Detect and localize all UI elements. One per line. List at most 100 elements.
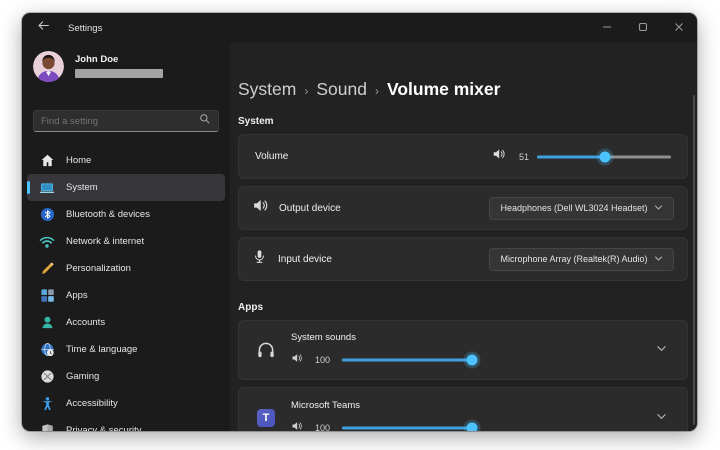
output-device-dropdown[interactable]: Headphones (Dell WL3024 Headset): [489, 197, 674, 220]
minimize-button[interactable]: [589, 13, 625, 43]
microsoft-teams-slider[interactable]: [342, 420, 472, 432]
app-row-microsoft-teams: T Microsoft Teams 100: [238, 387, 688, 431]
accessibility-icon: [37, 394, 57, 414]
chevron-down-icon: [654, 254, 663, 265]
search-box[interactable]: [33, 110, 219, 132]
sidebar-item-label: Gaming: [66, 371, 99, 382]
volume-slider-thumb[interactable]: [600, 151, 611, 162]
input-device-label: Input device: [278, 254, 332, 265]
volume-slider[interactable]: [537, 149, 671, 165]
sidebar-item-gaming[interactable]: Gaming: [27, 363, 225, 390]
speaker-icon: [291, 419, 303, 432]
sidebar-item-home[interactable]: Home: [27, 147, 225, 174]
system-icon: [37, 178, 57, 198]
window-title: Settings: [68, 23, 102, 34]
sidebar-item-time-language[interactable]: Time & language: [27, 336, 225, 363]
sidebar-item-label: Apps: [66, 290, 88, 301]
sidebar-item-system[interactable]: System: [27, 174, 225, 201]
search-icon: [199, 112, 211, 130]
output-device-label: Output device: [279, 203, 341, 214]
app-name: Microsoft Teams: [291, 400, 649, 411]
sidebar-item-network-internet[interactable]: Network & internet: [27, 228, 225, 255]
back-arrow-icon: [37, 19, 50, 37]
sidebar-item-label: Bluetooth & devices: [66, 209, 150, 220]
user-name: John Doe: [75, 54, 163, 65]
sidebar-item-privacy-security[interactable]: Privacy & security: [27, 417, 225, 431]
input-device-value: Microphone Array (Realtek(R) Audio): [500, 254, 647, 264]
page-title: Volume mixer: [387, 79, 500, 100]
close-button[interactable]: [661, 13, 697, 43]
app-volume-value: 100: [315, 423, 333, 432]
avatar: [33, 51, 64, 82]
active-indicator: [27, 181, 30, 194]
apps-section-title: Apps: [238, 302, 688, 313]
expand-microsoft-teams-button[interactable]: [649, 406, 673, 430]
headphones-icon: [253, 339, 279, 361]
breadcrumb-system[interactable]: System: [238, 79, 296, 100]
sidebar-nav: Home System Bluetooth & devices: [22, 147, 230, 431]
sidebar-item-label: Time & language: [66, 344, 137, 355]
sidebar-item-label: System: [66, 182, 98, 193]
sidebar: John Doe Home: [22, 43, 230, 431]
volume-value: 51: [513, 152, 529, 162]
sidebar-item-label: Accounts: [66, 317, 105, 328]
user-profile: John Doe: [33, 49, 230, 83]
privacy-shield-icon: [37, 421, 57, 432]
sidebar-item-label: Home: [66, 155, 91, 166]
chevron-down-icon: [656, 409, 667, 427]
output-device-row: Output device Headphones (Dell WL3024 He…: [238, 186, 688, 230]
volume-row: Volume 51: [238, 134, 688, 179]
volume-label: Volume: [255, 151, 288, 162]
search-input[interactable]: [41, 116, 199, 127]
accounts-icon: [37, 313, 57, 333]
main-content: System › Sound › Volume mixer System Vol…: [230, 43, 697, 431]
user-email-redacted: [75, 69, 163, 78]
scrollbar[interactable]: [693, 95, 695, 425]
app-volume-value: 100: [315, 355, 333, 365]
personalization-icon: [37, 259, 57, 279]
output-device-value: Headphones (Dell WL3024 Headset): [500, 203, 647, 213]
close-icon: [674, 19, 684, 37]
breadcrumb-sound[interactable]: Sound: [316, 79, 367, 100]
app-name: System sounds: [291, 332, 649, 343]
chevron-down-icon: [656, 341, 667, 359]
microsoft-teams-icon: T: [257, 409, 275, 427]
microsoft-teams-slider-thumb[interactable]: [467, 422, 478, 431]
gaming-icon: [37, 367, 57, 387]
time-language-icon: [37, 340, 57, 360]
microphone-icon: [252, 249, 267, 269]
breadcrumb-separator: ›: [375, 84, 379, 98]
sidebar-item-bluetooth-devices[interactable]: Bluetooth & devices: [27, 201, 225, 228]
sidebar-item-label: Network & internet: [66, 236, 144, 247]
sidebar-item-label: Accessibility: [66, 398, 118, 409]
sidebar-item-accounts[interactable]: Accounts: [27, 309, 225, 336]
sidebar-item-label: Privacy & security: [66, 425, 142, 431]
home-icon: [37, 151, 57, 171]
maximize-icon: [638, 19, 648, 37]
wifi-icon: [37, 232, 57, 252]
input-device-dropdown[interactable]: Microphone Array (Realtek(R) Audio): [489, 248, 674, 271]
apps-icon: [37, 286, 57, 306]
bluetooth-icon: [37, 205, 57, 225]
system-sounds-slider-thumb[interactable]: [467, 354, 478, 365]
titlebar: Settings: [22, 13, 697, 43]
system-section-title: System: [238, 116, 688, 127]
breadcrumb: System › Sound › Volume mixer: [238, 79, 688, 100]
app-row-system-sounds: System sounds 100: [238, 320, 688, 380]
output-speaker-icon: [252, 197, 269, 219]
maximize-button[interactable]: [625, 13, 661, 43]
sidebar-item-accessibility[interactable]: Accessibility: [27, 390, 225, 417]
sidebar-item-apps[interactable]: Apps: [27, 282, 225, 309]
sidebar-item-personalization[interactable]: Personalization: [27, 255, 225, 282]
input-device-row: Input device Microphone Array (Realtek(R…: [238, 237, 688, 281]
expand-system-sounds-button[interactable]: [649, 338, 673, 362]
back-button[interactable]: [30, 17, 56, 39]
chevron-down-icon: [654, 203, 663, 214]
minimize-icon: [602, 19, 612, 37]
system-sounds-slider[interactable]: [342, 352, 472, 368]
settings-window: Settings: [22, 13, 697, 431]
sidebar-item-label: Personalization: [66, 263, 131, 274]
speaker-icon: [492, 147, 506, 166]
breadcrumb-separator: ›: [304, 84, 308, 98]
speaker-icon: [291, 351, 303, 369]
